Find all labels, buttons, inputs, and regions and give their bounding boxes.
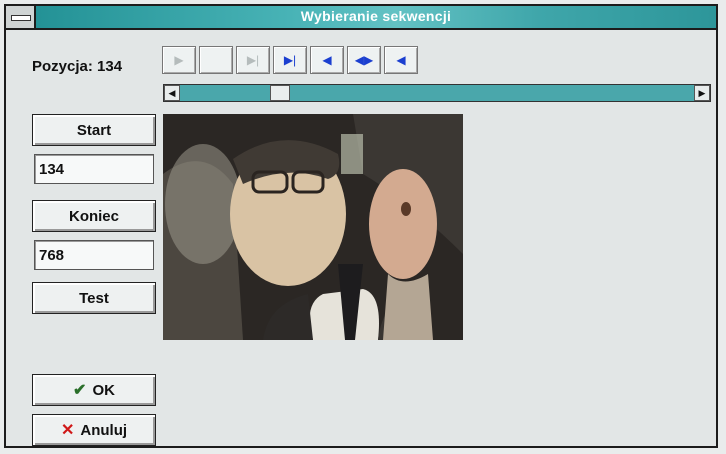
test-button-label: Test [79,289,109,307]
ok-button-label: OK [92,381,115,399]
start-field[interactable] [34,154,154,184]
end-field[interactable] [34,240,154,270]
start-button-label: Start [76,121,112,139]
scroll-right-button[interactable]: ▶ [694,85,710,101]
position-scrollbar[interactable]: ◀ ▶ [163,84,711,102]
cancel-button[interactable]: ✕ Anuluj [32,414,156,446]
back-icon: ◀ [396,53,406,67]
step-button[interactable]: ◀▶ [347,46,381,74]
system-menu-button[interactable] [6,6,36,28]
scroll-left-button[interactable]: ◀ [164,85,180,101]
end-icon: ▶| [246,53,260,67]
start-button[interactable]: Start [32,114,156,146]
sequence-dialog: Wybieranie sekwencji Pozycja: 134 ▶ ▶| ▶… [4,4,718,448]
step-back-button[interactable]: ◀ [310,46,344,74]
end-button-label: Koniec [68,207,119,225]
scroll-thumb[interactable] [270,85,290,101]
system-menu-icon [11,15,31,21]
end-button-main[interactable]: Koniec [32,200,156,232]
ok-button[interactable]: ✔ OK [32,374,156,406]
test-button[interactable]: Test [32,282,156,314]
arrow-left-icon: ◀ [168,87,176,98]
media-toolbar: ▶ ▶| ▶| ◀ ◀▶ ◀ [162,46,421,76]
back-button[interactable]: ◀ [384,46,418,74]
cancel-button-label: Anuluj [80,421,128,439]
step-back-icon: ◀ [322,53,332,67]
play-to-end-button[interactable]: ▶| [273,46,307,74]
step-icon: ◀▶ [354,53,374,67]
title-bar[interactable]: Wybieranie sekwencji [6,6,716,30]
blank-button[interactable] [199,46,233,74]
play-button[interactable]: ▶ [162,46,196,74]
end-button[interactable]: ▶| [236,46,270,74]
checkmark-icon: ✔ [73,382,87,399]
cancel-x-icon: ✕ [60,422,75,439]
play-icon: ▶ [174,53,184,67]
window-title: Wybieranie sekwencji [300,8,452,24]
position-label: Pozycja: 134 [32,58,123,75]
video-frame-image [163,114,463,340]
video-preview [163,114,463,340]
arrow-right-icon: ▶ [698,87,706,98]
play-to-end-icon: ▶| [283,53,297,67]
